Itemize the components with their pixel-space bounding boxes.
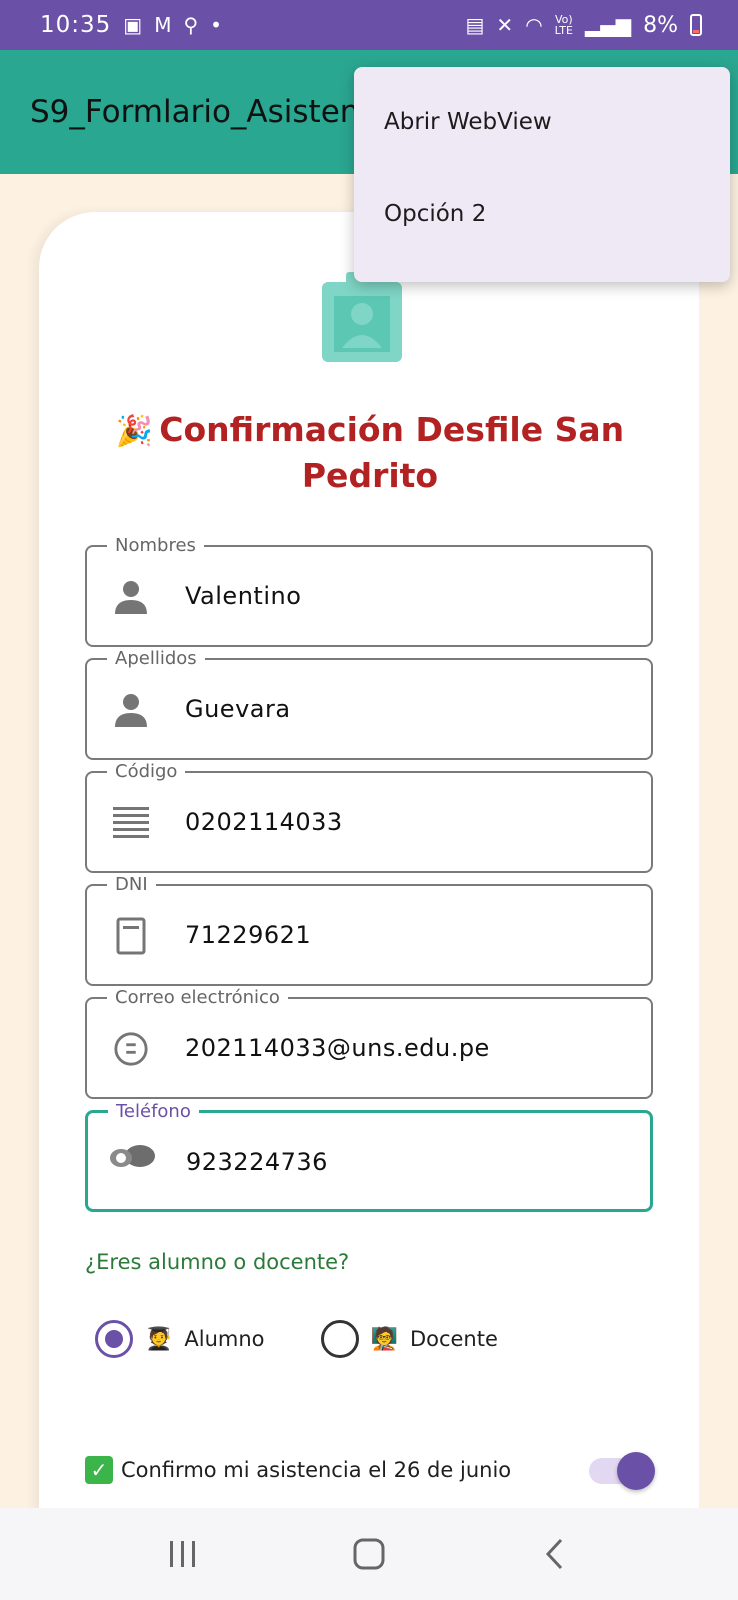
- status-bar: 10:35 ▣ M ⚲ • ▤ ✕ ◠ Vo) LTE ▂▄▆ 8%: [0, 0, 738, 50]
- telefono-label: Teléfono: [108, 1101, 199, 1123]
- codigo-value: 0202114033: [185, 808, 343, 836]
- lines-icon: [113, 805, 149, 841]
- nombres-label: Nombres: [107, 535, 204, 557]
- signal-icon: ▂▄▆: [584, 13, 632, 37]
- status-left: 10:35 ▣ M ⚲ •: [40, 12, 222, 38]
- battery-level: 8%: [643, 12, 678, 38]
- recents-icon: [170, 1541, 195, 1567]
- mail-icon: [113, 1031, 149, 1067]
- wifi-icon: ◠: [525, 13, 543, 37]
- battery-icon: [690, 14, 702, 36]
- radio-alumno[interactable]: [95, 1320, 133, 1358]
- dni-label: DNI: [107, 874, 156, 896]
- keyhole-icon: ⚲: [183, 13, 199, 37]
- apellidos-field[interactable]: Apellidos Guevara: [85, 648, 653, 760]
- menu-item-opcion-2[interactable]: Opción 2: [354, 189, 730, 281]
- radio-docente-label: Docente: [409, 1327, 498, 1351]
- telefono-field[interactable]: Teléfono 923224736: [85, 1101, 653, 1212]
- role-radio-group: 🧑‍🎓 Alumno 🧑‍🏫 Docente: [95, 1320, 498, 1358]
- form-title: 🎉 Confirmación Desfile San Pedrito: [100, 408, 640, 498]
- dot-icon: •: [210, 13, 222, 37]
- apellidos-value: Guevara: [185, 695, 291, 723]
- phone-icon: [108, 1139, 156, 1175]
- person-icon: [113, 692, 149, 728]
- nombres-value: Valentino: [185, 582, 302, 610]
- correo-field[interactable]: Correo electrónico 202114033@uns.edu.pe: [85, 987, 653, 1099]
- recents-button[interactable]: [153, 1524, 213, 1584]
- id-badge-icon: [322, 272, 402, 362]
- overflow-menu: Abrir WebView Opción 2: [354, 67, 730, 282]
- volte-icon: Vo) LTE: [554, 13, 573, 37]
- menu-item-webview[interactable]: Abrir WebView: [354, 97, 730, 189]
- telefono-value: 923224736: [186, 1148, 328, 1176]
- confirm-text: ✓ Confirmo mi asistencia el 26 de junio: [85, 1456, 511, 1484]
- correo-label: Correo electrónico: [107, 987, 288, 1009]
- home-icon: [353, 1538, 385, 1570]
- role-question: ¿Eres alumno o docente?: [85, 1250, 350, 1274]
- form-title-text: Confirmación Desfile San Pedrito: [159, 410, 625, 495]
- switch-thumb[interactable]: [617, 1452, 655, 1490]
- gmail-icon: M: [154, 13, 172, 37]
- image-icon: ▣: [123, 13, 143, 37]
- nombres-field[interactable]: Nombres Valentino: [85, 535, 653, 647]
- confirm-label: Confirmo mi asistencia el 26 de junio: [121, 1458, 512, 1482]
- dni-value: 71229621: [185, 921, 312, 949]
- status-time: 10:35: [40, 12, 112, 38]
- status-right: ▤ ✕ ◠ Vo) LTE ▂▄▆ 8%: [466, 13, 702, 38]
- mute-icon: ✕: [496, 13, 514, 37]
- party-popper-icon: 🎉: [115, 414, 154, 449]
- back-icon: [545, 1538, 563, 1570]
- radio-option-alumno[interactable]: 🧑‍🎓 Alumno: [95, 1320, 265, 1358]
- codigo-field[interactable]: Código 0202114033: [85, 761, 653, 873]
- person-icon: [113, 579, 149, 615]
- home-button[interactable]: [339, 1524, 399, 1584]
- teacher-icon: 🧑‍🏫: [370, 1326, 398, 1352]
- radio-docente[interactable]: [320, 1320, 359, 1358]
- dni-field[interactable]: DNI 71229621: [85, 874, 653, 986]
- card-icon: [113, 917, 149, 955]
- radio-alumno-label: Alumno: [184, 1327, 265, 1351]
- student-icon: 🧑‍🎓: [145, 1326, 173, 1352]
- correo-value: 202114033@uns.edu.pe: [185, 1034, 490, 1062]
- back-button[interactable]: [525, 1524, 585, 1584]
- app-title: S9_Formlario_Asistencia: [30, 94, 360, 130]
- system-nav-bar: [0, 1508, 738, 1600]
- radio-option-docente[interactable]: 🧑‍🏫 Docente: [320, 1320, 498, 1358]
- apellidos-label: Apellidos: [107, 648, 205, 670]
- battery-saver-icon: ▤: [465, 13, 485, 37]
- confirm-switch[interactable]: [589, 1452, 655, 1490]
- check-mark-icon: ✓: [85, 1456, 113, 1484]
- codigo-label: Código: [107, 761, 186, 783]
- confirm-row: ✓ Confirmo mi asistencia el 26 de junio: [85, 1452, 655, 1490]
